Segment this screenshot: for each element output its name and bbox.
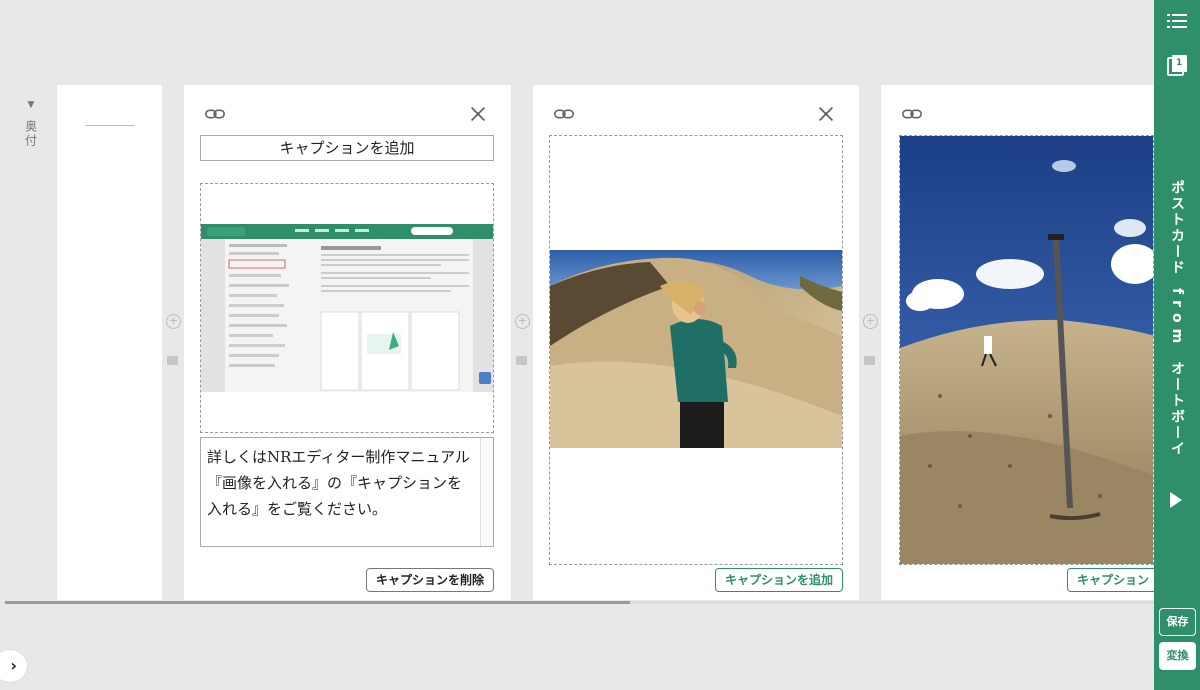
play-icon[interactable] bbox=[1170, 492, 1182, 508]
right-sidebar: 1 ポストカード from オートボーイ 保存 変換 bbox=[1154, 0, 1200, 690]
add-page-icon[interactable]: + bbox=[515, 314, 530, 329]
image-insert-icon[interactable] bbox=[864, 356, 875, 365]
add-caption-button[interactable]: キャプション bbox=[1067, 568, 1154, 592]
page-count-label: 1 bbox=[1176, 58, 1183, 68]
colophon-label: 奥付 bbox=[23, 120, 38, 148]
scrollbar-thumb[interactable] bbox=[5, 601, 630, 604]
divider bbox=[85, 125, 135, 126]
caption-text-content: 詳しくはNRエディター制作マニュアル『画像を入れる』の『キャプションを入れる』を… bbox=[207, 448, 470, 518]
screenshot-image bbox=[201, 224, 493, 392]
image-frame[interactable] bbox=[549, 135, 843, 565]
expand-panel-button[interactable]: › bbox=[0, 649, 28, 683]
image-frame[interactable] bbox=[899, 135, 1154, 565]
pole-on-dune-photo bbox=[900, 136, 1153, 564]
save-button[interactable]: 保存 bbox=[1159, 608, 1196, 636]
add-page-icon[interactable]: + bbox=[166, 314, 181, 329]
colophon-page[interactable] bbox=[57, 85, 162, 600]
image-frame[interactable] bbox=[200, 183, 494, 433]
textarea-scrollbar[interactable] bbox=[480, 438, 493, 546]
add-page-icon[interactable]: + bbox=[863, 314, 878, 329]
close-icon[interactable] bbox=[467, 103, 489, 125]
page-card-2[interactable]: キャプションを追加 bbox=[533, 85, 859, 600]
image-insert-icon[interactable] bbox=[167, 356, 178, 365]
link-icon[interactable] bbox=[901, 103, 923, 125]
editor-canvas: ▼ 奥付 + キャプションを追加 詳しくはNRエディター制作マニュアル『画像を入… bbox=[0, 0, 1154, 690]
caption-input-top[interactable]: キャプションを追加 bbox=[200, 135, 494, 161]
link-icon[interactable] bbox=[204, 103, 226, 125]
close-icon[interactable] bbox=[815, 103, 837, 125]
link-icon[interactable] bbox=[553, 103, 575, 125]
colophon-marker[interactable]: ▼ 奥付 bbox=[18, 100, 44, 151]
horizontal-scrollbar[interactable] bbox=[5, 601, 1154, 604]
page-card-1[interactable]: キャプションを追加 詳しくはNRエディター制作マニュアル『画像を入れる』の『キャ… bbox=[184, 85, 511, 600]
page-card-3[interactable]: キャプション bbox=[881, 85, 1154, 600]
image-insert-icon[interactable] bbox=[516, 356, 527, 365]
delete-caption-button[interactable]: キャプションを削除 bbox=[365, 568, 494, 592]
add-caption-button[interactable]: キャプションを追加 bbox=[714, 568, 843, 592]
girl-on-dune-photo bbox=[550, 250, 842, 448]
triangle-down-icon: ▼ bbox=[27, 100, 35, 110]
convert-button[interactable]: 変換 bbox=[1159, 642, 1196, 670]
book-title[interactable]: ポストカード from オートボーイ bbox=[1154, 180, 1200, 457]
list-menu-icon[interactable] bbox=[1167, 13, 1187, 29]
caption-textarea[interactable]: 詳しくはNRエディター制作マニュアル『画像を入れる』の『キャプションを入れる』を… bbox=[200, 437, 494, 547]
